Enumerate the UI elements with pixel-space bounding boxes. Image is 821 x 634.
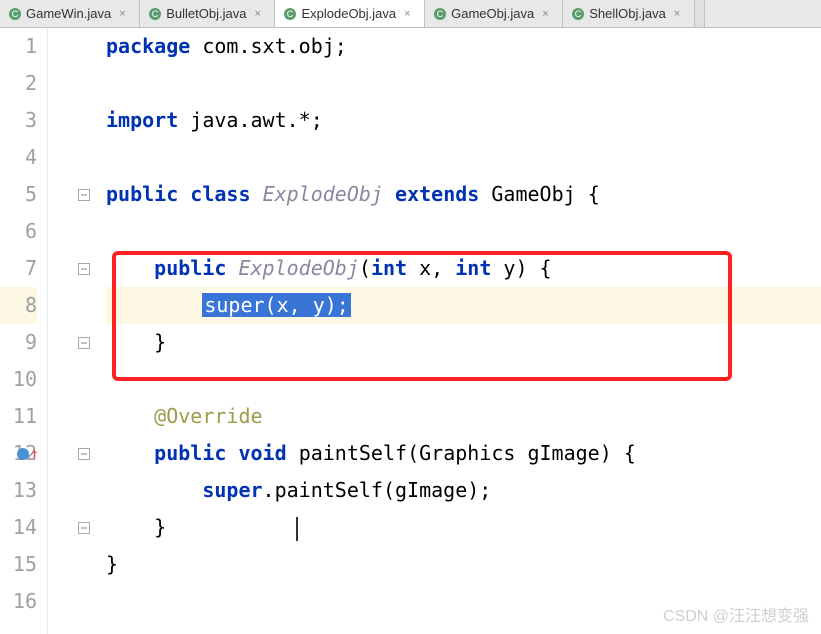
gutter-icons: ↑	[48, 28, 94, 634]
line-number: 8	[0, 287, 37, 324]
editor-tab-bar: C GameWin.java × C BulletObj.java × C Ex…	[0, 0, 821, 28]
svg-text:C: C	[12, 9, 19, 19]
close-icon[interactable]: ×	[674, 8, 686, 20]
line-number: 13	[0, 472, 37, 509]
code-line: import java.awt.*;	[106, 102, 821, 139]
line-number: 3	[0, 102, 37, 139]
fold-collapse-icon[interactable]	[76, 261, 92, 277]
java-class-icon: C	[571, 7, 585, 21]
line-number: 9	[0, 324, 37, 361]
java-class-icon: C	[148, 7, 162, 21]
fold-collapse-icon[interactable]	[76, 446, 92, 462]
tab-label: ShellObj.java	[589, 6, 666, 21]
text-selection: super(x, y);	[202, 293, 351, 317]
line-number: 6	[0, 213, 37, 250]
line-number: 16	[0, 583, 37, 620]
tab-shellobj[interactable]: C ShellObj.java ×	[563, 0, 695, 27]
tab-label: GameObj.java	[451, 6, 534, 21]
line-number-gutter: 1 2 3 4 5 6 7 8 9 10 11 12 13 14 15 16	[0, 28, 48, 634]
svg-text:C: C	[152, 9, 159, 19]
code-line	[106, 65, 821, 102]
code-line: }	[106, 546, 821, 583]
line-number: 2	[0, 65, 37, 102]
fold-collapse-icon[interactable]	[76, 187, 92, 203]
line-number: 11	[0, 398, 37, 435]
line-number: 10	[0, 361, 37, 398]
code-line: package com.sxt.obj;	[106, 28, 821, 65]
code-line	[106, 361, 821, 398]
code-line	[106, 139, 821, 176]
line-number: 14	[0, 509, 37, 546]
code-line: @Override	[106, 398, 821, 435]
line-number: 5	[0, 176, 37, 213]
tab-overflow[interactable]	[695, 0, 705, 27]
java-class-icon: C	[8, 7, 22, 21]
line-number: 7	[0, 250, 37, 287]
code-line: public ExplodeObj(int x, int y) {	[106, 250, 821, 287]
line-number: 1	[0, 28, 37, 65]
code-line: public class ExplodeObj extends GameObj …	[106, 176, 821, 213]
tab-explodeobj[interactable]: C ExplodeObj.java ×	[275, 0, 425, 27]
watermark-text: CSDN @汪汪想变强	[663, 602, 809, 626]
tab-gamewin[interactable]: C GameWin.java ×	[0, 0, 140, 27]
tab-gameobj[interactable]: C GameObj.java ×	[425, 0, 563, 27]
close-icon[interactable]: ×	[542, 8, 554, 20]
editor-area: 1 2 3 4 5 6 7 8 9 10 11 12 13 14 15 16	[0, 28, 821, 634]
code-line	[106, 213, 821, 250]
code-line: }	[106, 509, 821, 546]
line-number: 4	[0, 139, 37, 176]
svg-text:C: C	[287, 9, 294, 19]
code-line: super.paintSelf(gImage);	[106, 472, 821, 509]
tab-bulletobj[interactable]: C BulletObj.java ×	[140, 0, 275, 27]
tab-label: ExplodeObj.java	[301, 6, 396, 21]
java-class-icon: C	[433, 7, 447, 21]
close-icon[interactable]: ×	[119, 8, 131, 20]
svg-text:C: C	[437, 9, 444, 19]
code-line: public void paintSelf(Graphics gImage) {	[106, 435, 821, 472]
tab-label: BulletObj.java	[166, 6, 246, 21]
svg-text:C: C	[575, 9, 582, 19]
line-number: 15	[0, 546, 37, 583]
text-cursor	[296, 517, 298, 541]
close-icon[interactable]: ×	[254, 8, 266, 20]
code-line: super(x, y);	[106, 287, 821, 324]
code-line: }	[106, 324, 821, 361]
code-editor[interactable]: package com.sxt.obj; import java.awt.*; …	[94, 28, 821, 634]
tab-label: GameWin.java	[26, 6, 111, 21]
java-class-icon: C	[283, 7, 297, 21]
fold-end-icon[interactable]	[76, 335, 92, 351]
close-icon[interactable]: ×	[404, 8, 416, 20]
fold-end-icon[interactable]	[76, 520, 92, 536]
override-method-icon[interactable]: ↑	[17, 446, 38, 462]
